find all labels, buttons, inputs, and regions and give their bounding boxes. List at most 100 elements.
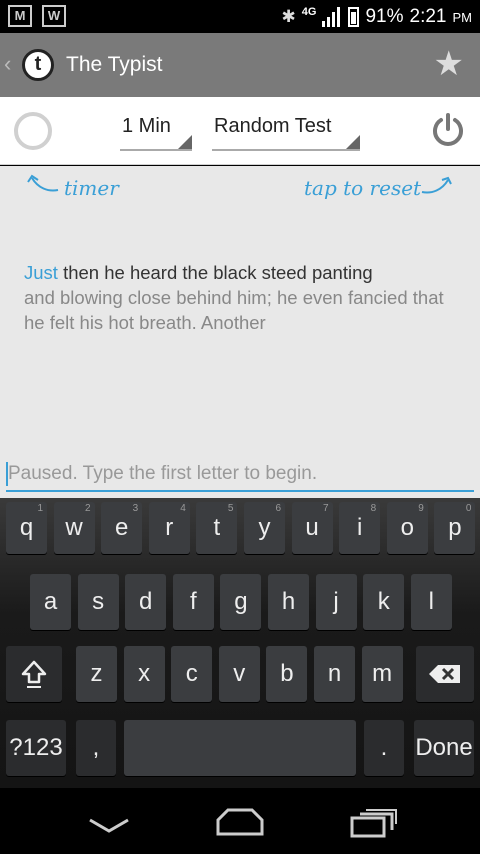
status-bar: M W ✱ 4G 91% 2:21 PM [0,0,480,33]
key-label: v [233,660,246,687]
done-key[interactable]: Done [414,720,474,776]
power-reset-icon[interactable] [430,112,466,148]
home-icon[interactable] [214,808,266,836]
key-label: o [400,514,414,541]
key-label: f [189,588,197,615]
key-z[interactable]: z [76,646,117,702]
status-right: ✱ 4G 91% 2:21 PM [282,4,472,30]
arrow-right-icon [421,176,452,194]
key-number-hint: 8 [370,503,377,514]
key-n[interactable]: n [314,646,355,702]
arrow-left-icon [27,174,59,192]
key-p[interactable]: p0 [434,502,476,554]
key-x[interactable]: x [123,646,165,702]
key-label: y [258,514,271,541]
typing-input[interactable] [8,460,468,488]
key-q[interactable]: q1 [6,502,47,554]
app-title: The Typist [66,53,163,76]
key-label: s [92,588,105,615]
back-icon[interactable] [88,818,130,834]
key-s[interactable]: s [77,574,119,630]
key-label: u [305,514,319,541]
timer-hint: timer [64,176,119,200]
reset-hint: tap to reset [304,176,422,200]
key-u[interactable]: u7 [291,502,333,554]
key-f[interactable]: f [172,574,214,630]
navigation-bar [0,788,480,854]
backspace-key[interactable] [416,646,474,702]
key-v[interactable]: v [218,646,260,702]
up-chevron-icon[interactable]: ‹ [4,51,11,77]
key-label: k [377,588,390,615]
gmail-icon: M [8,5,32,27]
key-label: j [333,588,339,615]
key-b[interactable]: b [266,646,308,702]
space-key[interactable] [124,720,356,776]
shift-icon [21,660,47,688]
key-c[interactable]: c [171,646,213,702]
current-word: Just [24,262,58,283]
passage-text: Just then he heard the black steed panti… [24,260,464,335]
duration-select[interactable]: 1 Min [120,115,192,151]
key-j[interactable]: j [315,574,357,630]
shift-key[interactable] [6,646,62,702]
recent-apps-icon[interactable] [350,808,398,838]
comma-key[interactable]: , [76,720,116,776]
signal-icon [322,7,342,27]
key-number-hint: 4 [180,503,186,514]
star-icon[interactable]: ★ [434,46,464,82]
key-label: x [138,660,151,687]
key-number-hint: 3 [132,503,139,514]
timer-ring-icon[interactable] [14,112,52,150]
key-label: a [43,588,58,615]
test-type-select[interactable]: Random Test [212,115,360,151]
key-number-hint: 0 [465,503,472,514]
key-label: c [185,660,198,687]
typing-area: timer tap to reset Just then he heard th… [0,166,480,498]
app-logo-icon[interactable]: t [22,49,54,81]
key-d[interactable]: d [125,574,167,630]
key-i[interactable]: i8 [339,502,381,554]
key-label: b [280,660,294,687]
key-y[interactable]: y6 [244,502,285,554]
symbols-key[interactable]: ?123 [6,720,66,776]
key-r[interactable]: r4 [148,502,190,554]
dropdown-arrow-icon [178,135,192,149]
clock: 2:21 [409,6,447,27]
key-label: p [448,514,462,541]
key-label: e [115,514,129,541]
key-label: i [357,514,363,541]
bluetooth-icon: ✱ [281,7,296,26]
key-label: h [281,588,296,615]
passage-remaining: and blowing close behind him; he even fa… [24,287,444,333]
battery-percent: 91% [365,6,404,27]
test-type-value: Random Test [214,115,332,137]
key-label: q [19,514,34,541]
key-o[interactable]: o9 [386,502,428,554]
key-g[interactable]: g [220,574,262,630]
period-key[interactable]: . [364,720,404,776]
key-label: l [428,588,434,615]
key-l[interactable]: l [410,574,452,630]
backspace-icon [429,665,460,683]
dropdown-arrow-icon [346,135,360,149]
duration-value: 1 Min [122,115,171,137]
word-icon: W [42,5,66,27]
action-bar: ‹ t The Typist ★ [0,33,480,97]
key-a[interactable]: a [30,574,71,630]
key-k[interactable]: k [363,574,405,630]
key-label: n [327,660,342,687]
key-number-hint: 7 [323,503,329,514]
passage-line-active: then he heard the black steed panting [57,262,373,283]
key-label: d [139,588,153,615]
key-h[interactable]: h [268,574,309,630]
key-e[interactable]: e3 [101,502,143,554]
controls-bar: 1 Min Random Test [0,97,480,165]
key-number-hint: 9 [418,503,424,514]
key-t[interactable]: t5 [196,502,238,554]
soft-keyboard: ?123 , . Done q1w2e3r4t5y6u7i8o9p0asdfgh… [0,498,480,788]
key-number-hint: 2 [85,503,91,514]
key-m[interactable]: m [361,646,403,702]
key-number-hint: 1 [37,503,43,514]
key-w[interactable]: w2 [53,502,95,554]
